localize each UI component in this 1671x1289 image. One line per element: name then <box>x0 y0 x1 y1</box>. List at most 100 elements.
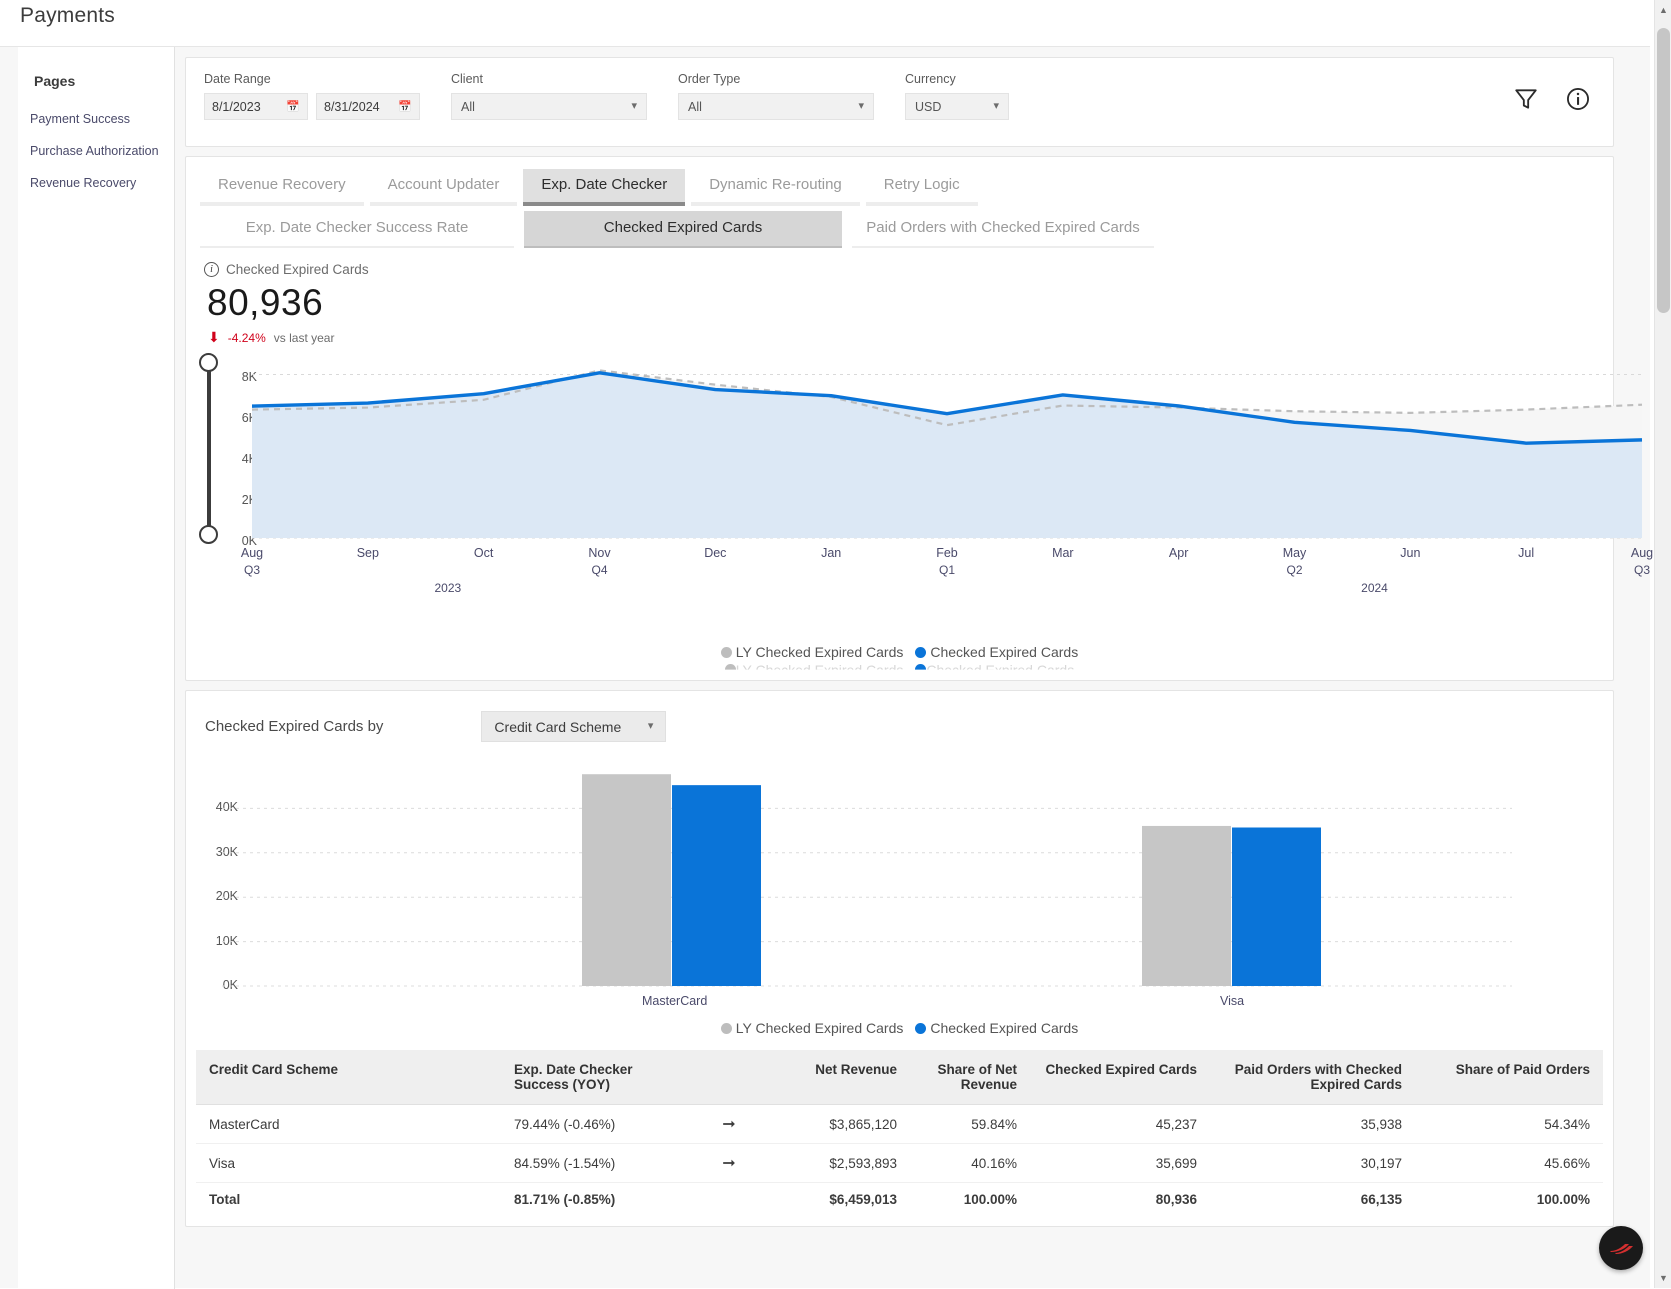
subtab-checked-expired-cards[interactable]: Checked Expired Cards <box>524 211 842 248</box>
tab-revenue-recovery[interactable]: Revenue Recovery <box>200 169 364 206</box>
scroll-up-icon[interactable]: ▲ <box>1659 5 1668 15</box>
cell-share-net-revenue: 59.84% <box>910 1104 1030 1144</box>
kpi-block: i Checked Expired Cards 80,936 ⬇ -4.24% … <box>186 248 1613 346</box>
table-row[interactable]: MasterCard 79.44% (-0.46%) ➞ $3,865,120 … <box>196 1104 1603 1144</box>
kpi-label: Checked Expired Cards <box>226 262 369 277</box>
bar-x-tick-label: Visa <box>1219 994 1245 1008</box>
brand-logo[interactable] <box>1599 1226 1643 1270</box>
cell-checked-expired-cards: 45,237 <box>1030 1104 1210 1144</box>
x-tick-label: Dec <box>704 546 727 560</box>
kpi-value: 80,936 <box>207 282 324 323</box>
cell-share-net-revenue: 40.16% <box>910 1143 1030 1183</box>
breakdown-label: Checked Expired Cards by <box>205 718 384 735</box>
main-content: Date Range 8/1/2023 📅 8/31/2024 📅 Client… <box>176 47 1653 1289</box>
currency-label: Currency <box>905 72 956 86</box>
cell-paid-orders: 35,938 <box>1210 1104 1415 1144</box>
kpi-delta-row: ⬇ -4.24% vs last year <box>204 329 1613 346</box>
tab-exp-date-checker[interactable]: Exp. Date Checker <box>523 169 686 206</box>
cell-net-revenue: $3,865,120 <box>762 1104 910 1144</box>
chevron-down-icon: ▾ <box>993 100 999 112</box>
x-tick-label: Aug <box>240 546 264 560</box>
y-axis-range-slider[interactable] <box>199 353 219 544</box>
cell-share-paid-orders: 45.66% <box>1415 1143 1603 1183</box>
cell-success-yoy: 79.44% (-0.46%) <box>501 1104 696 1144</box>
legend-item-cy[interactable]: Checked Expired Cards <box>915 644 1078 660</box>
dimension-select[interactable]: Credit Card Scheme ▾ <box>481 711 667 742</box>
slider-knob-top[interactable] <box>199 353 218 372</box>
currency-value: USD <box>915 99 942 114</box>
kpi-delta-value: -4.24% <box>227 330 266 345</box>
cell-total-checked-expired-cards: 80,936 <box>1030 1182 1210 1216</box>
col-credit-card-scheme[interactable]: Credit Card Scheme <box>196 1050 501 1105</box>
arrow-down-right-icon: ➞ <box>696 1143 762 1183</box>
bar-visa-ly[interactable] <box>1142 825 1231 986</box>
tab-retry-logic[interactable]: Retry Logic <box>865 169 978 206</box>
scrollbar-thumb[interactable] <box>1657 28 1670 313</box>
date-end-value: 8/31/2024 <box>324 99 380 114</box>
cell-total-success-yoy: 81.71% (-0.85%) <box>501 1182 696 1216</box>
legend-swatch-blue <box>915 646 927 658</box>
breakdown-card: Checked Expired Cards by Credit Card Sch… <box>185 690 1614 1227</box>
col-checked-expired-cards[interactable]: Checked Expired Cards <box>1030 1050 1210 1105</box>
col-share-of-net-revenue[interactable]: Share of Net Revenue <box>910 1050 1030 1105</box>
x-tick-label: Jun <box>1400 546 1421 560</box>
tab-account-updater[interactable]: Account Updater <box>369 169 518 206</box>
info-icon[interactable]: i <box>204 262 219 277</box>
col-exp-date-checker-success[interactable]: Exp. Date Checker Success (YOY) <box>501 1050 696 1105</box>
sidebar-item-payment-success[interactable]: Payment Success <box>18 103 174 135</box>
order-type-value: All <box>688 99 702 114</box>
chevron-down-icon: ▾ <box>858 100 864 112</box>
info-icon[interactable] <box>1565 86 1591 112</box>
bar-mastercard-ly[interactable] <box>582 774 671 986</box>
date-range-label: Date Range <box>204 72 271 86</box>
client-select[interactable]: All ▾ <box>451 93 647 120</box>
tab-dynamic-re-routing[interactable]: Dynamic Re-routing <box>691 169 860 206</box>
sidebar-item-purchase-authorization[interactable]: Purchase Authorization <box>18 135 174 167</box>
bar-x-tick-label: MasterCard <box>642 994 708 1008</box>
sidebar-item-revenue-recovery[interactable]: Revenue Recovery <box>18 167 174 199</box>
kpi-label-row: i Checked Expired Cards <box>204 262 1613 277</box>
date-end-input[interactable]: 8/31/2024 📅 <box>316 93 420 120</box>
scroll-down-icon[interactable]: ▼ <box>1659 1273 1668 1283</box>
legend-swatch-gray <box>720 646 732 658</box>
table-row[interactable]: Visa 84.59% (-1.54%) ➞ $2,593,893 40.16%… <box>196 1143 1603 1183</box>
date-start-input[interactable]: 8/1/2023 📅 <box>204 93 308 120</box>
col-paid-orders-with-checked-expired-cards[interactable]: Paid Orders with Checked Expired Cards <box>1210 1050 1415 1105</box>
filter-icon[interactable] <box>1513 86 1539 112</box>
bar-visa-cy[interactable] <box>1232 827 1321 986</box>
bar-chart-plot <box>222 774 1512 987</box>
legend-label-cy: Checked Expired Cards <box>930 644 1079 660</box>
chevron-down-icon: ▾ <box>631 100 637 112</box>
page-scrollbar[interactable]: ▲ ▼ <box>1654 0 1671 1288</box>
cell-scheme: MasterCard <box>196 1104 501 1144</box>
col-share-of-paid-orders[interactable]: Share of Paid Orders <box>1415 1050 1603 1105</box>
line-chart-legend: LY Checked Expired Cards Checked Expired… <box>186 644 1613 660</box>
chevron-down-icon: ▾ <box>647 720 654 732</box>
date-range-filter: Date Range 8/1/2023 📅 8/31/2024 📅 <box>204 72 420 120</box>
quarter-tick-label: Q1 <box>938 563 955 577</box>
slider-knob-bottom[interactable] <box>199 525 218 544</box>
currency-select[interactable]: USD ▾ <box>905 93 1009 120</box>
secondary-tabs: Exp. Date Checker Success Rate Checked E… <box>186 206 1613 248</box>
col-net-revenue[interactable]: Net Revenue <box>762 1050 910 1105</box>
order-type-select[interactable]: All ▾ <box>678 93 874 120</box>
legend-item-ly[interactable]: LY Checked Expired Cards <box>720 644 903 660</box>
cell-total-share-net-revenue: 100.00% <box>910 1182 1030 1216</box>
x-tick-label: Mar <box>1052 546 1074 560</box>
cell-share-paid-orders: 54.34% <box>1415 1104 1603 1144</box>
legend-overflow-artifact: LY Checked Expired Cards Checked Expired… <box>186 662 1613 670</box>
currency-filter: Currency USD ▾ <box>905 72 1009 120</box>
toolbar-icons <box>1513 86 1591 112</box>
sidebar: Pages Payment Success Purchase Authoriza… <box>18 47 175 1289</box>
x-tick-label: May <box>1282 546 1307 560</box>
year-tick-label: 2024 <box>1361 581 1388 595</box>
subtab-paid-orders-with-checked-expired-cards[interactable]: Paid Orders with Checked Expired Cards <box>852 211 1154 248</box>
kpi-delta-note: vs last year <box>273 330 335 345</box>
subtab-exp-date-checker-success-rate[interactable]: Exp. Date Checker Success Rate <box>200 211 514 248</box>
bar-mastercard-cy[interactable] <box>672 785 761 986</box>
line-chart: 0K 2K 4K 6K 8K Aug Q3 Sep Oct Nov Q4 Dec Jan Feb Q1 Ma… <box>186 350 1653 650</box>
cell-net-revenue: $2,593,893 <box>762 1143 910 1183</box>
quarter-tick-label: Q4 <box>591 563 608 577</box>
filter-bar: Date Range 8/1/2023 📅 8/31/2024 📅 Client… <box>185 57 1614 147</box>
cell-total-share-paid-orders: 100.00% <box>1415 1182 1603 1216</box>
